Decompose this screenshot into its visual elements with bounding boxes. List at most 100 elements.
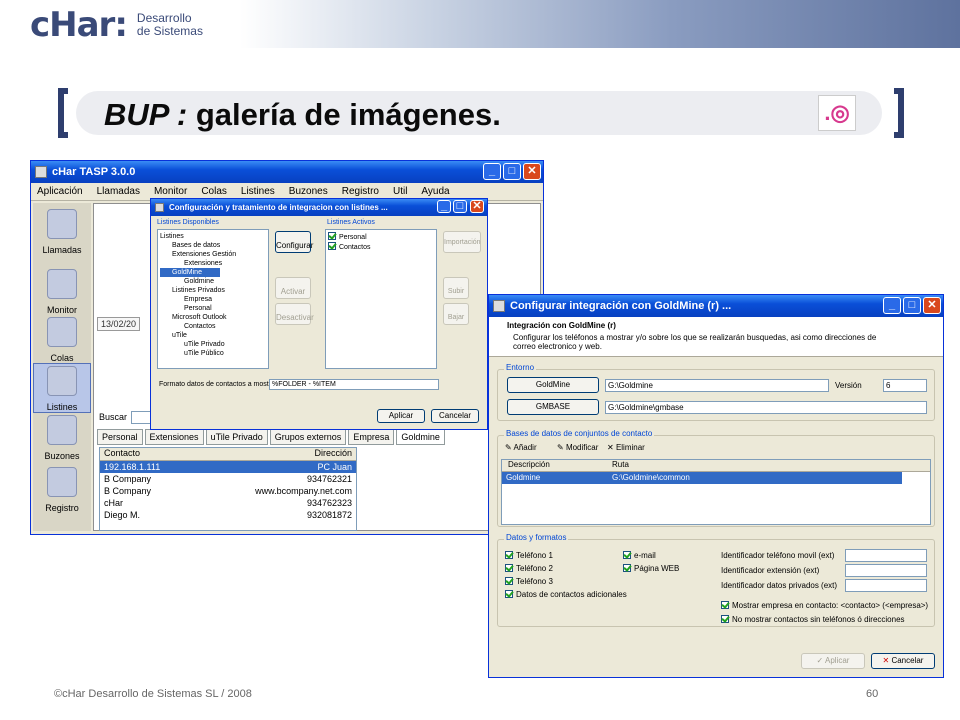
sidebar-item-monitor[interactable]: Monitor (33, 267, 91, 315)
left-bracket (58, 88, 68, 138)
sidebar-item-registro[interactable]: Registro (33, 465, 91, 513)
id-movil-input[interactable] (845, 549, 927, 562)
check-datos-adicionales[interactable]: Datos de contactos adicionales (505, 590, 627, 599)
col-ruta[interactable]: Ruta (612, 460, 629, 471)
table-row[interactable]: B Company 934762321 (100, 473, 356, 485)
tab-personal[interactable]: Personal (97, 429, 143, 445)
desactivar-button[interactable]: Desactivar (275, 303, 314, 325)
activar-button[interactable]: Activar (275, 277, 311, 299)
minimize-button[interactable]: _ (483, 163, 501, 180)
tree-node[interactable]: Contactos (160, 322, 266, 331)
menu-ayuda[interactable]: Ayuda (421, 186, 449, 197)
active-list[interactable]: Personal Contactos (325, 229, 437, 369)
check-telefono1[interactable]: Teléfono 1 (505, 551, 553, 560)
goldmine-path-input[interactable]: G:\Goldmine (605, 379, 829, 392)
tab-empresa[interactable]: Empresa (348, 429, 395, 445)
tree-node[interactable]: Microsoft Outlook (160, 313, 266, 322)
tree-node[interactable]: uTile Público (160, 349, 266, 358)
active-item[interactable]: Personal (328, 232, 434, 242)
configurar-button[interactable]: Configurar (275, 231, 313, 253)
menu-colas[interactable]: Colas (201, 186, 227, 197)
aplicar-button[interactable]: ✓ Aplicar (801, 653, 865, 669)
check-mostrar-empresa[interactable]: Mostrar empresa en contacto: <contacto> … (721, 601, 928, 610)
tree-node[interactable]: Goldmine (160, 277, 266, 286)
col-contacto[interactable]: Contacto (100, 448, 250, 460)
sidebar-item-llamadas[interactable]: Llamadas (33, 203, 91, 267)
gmbase-path-input[interactable]: G:\Goldmine\gmbase (605, 401, 927, 414)
check-telefono2[interactable]: Teléfono 2 (505, 564, 553, 573)
tree-node[interactable]: Listines (160, 232, 266, 241)
tree-node[interactable]: Listines Privados (160, 286, 266, 295)
menu-util[interactable]: Util (393, 186, 407, 197)
minimize-button[interactable]: _ (437, 200, 451, 213)
menu-buzones[interactable]: Buzones (289, 186, 328, 197)
col-direccion[interactable]: Dirección (250, 448, 356, 460)
table-row[interactable]: cHar 934762323 (100, 497, 356, 509)
menu-registro[interactable]: Registro (342, 186, 379, 197)
checkbox[interactable] (328, 232, 336, 240)
sidebar-item-colas[interactable]: Colas (33, 315, 91, 363)
cancelar-button[interactable]: Cancelar (431, 409, 479, 423)
col-descripcion[interactable]: Descripción (502, 460, 612, 471)
table-row[interactable]: Goldmine G:\Goldmine\common (502, 472, 902, 484)
available-tree[interactable]: Listines Bases de datos Extensiones Gest… (157, 229, 269, 369)
close-button[interactable]: ✕ (523, 163, 541, 180)
id-extension-input[interactable] (845, 564, 927, 577)
active-item[interactable]: Contactos (328, 242, 434, 252)
tab-goldmine[interactable]: Goldmine (396, 429, 445, 445)
menu-llamadas[interactable]: Llamadas (97, 186, 140, 197)
sidebar-item-listines[interactable]: Listines (33, 363, 91, 413)
close-button[interactable]: ✕ (470, 200, 484, 213)
maximize-button[interactable]: □ (503, 163, 521, 180)
table-row[interactable]: B Company www.bcompany.net.com (100, 485, 356, 497)
check-email[interactable]: e-mail (623, 551, 656, 560)
gmbase-button[interactable]: GMBASE (507, 399, 599, 415)
tab-extensiones[interactable]: Extensiones (144, 429, 204, 445)
bajar-button[interactable]: Bajar (443, 303, 469, 325)
aplicar-button[interactable]: Aplicar (377, 409, 425, 423)
main-titlebar[interactable]: cHar TASP 3.0.0 _ □ ✕ (31, 161, 543, 183)
tree-node[interactable]: GoldMine (160, 268, 220, 277)
tree-node[interactable]: uTile (160, 331, 266, 340)
menu-listines[interactable]: Listines (241, 186, 275, 197)
tree-node[interactable]: Empresa (160, 295, 266, 304)
check-no-mostrar[interactable]: No mostrar contactos sin teléfonos ó dir… (721, 615, 905, 624)
checkbox[interactable] (328, 242, 336, 250)
table-row[interactable]: 192.168.1.111 PC Juan (100, 461, 356, 473)
minimize-button[interactable]: _ (883, 297, 901, 314)
id-privados-input[interactable] (845, 579, 927, 592)
tree-node[interactable]: Bases de datos (160, 241, 266, 250)
subir-button[interactable]: Subir (443, 277, 469, 299)
modificar-button[interactable]: ✎ Modificar (557, 443, 598, 452)
tree-node[interactable]: uTile Privado (160, 340, 266, 349)
slide-title: BUP : galería de imágenes. (104, 97, 501, 132)
menu-monitor[interactable]: Monitor (154, 186, 187, 197)
listines-dialog: Configuración y tratamiento de integraci… (150, 198, 488, 430)
close-button[interactable]: ✕ (923, 297, 941, 314)
listines-titlebar[interactable]: Configuración y tratamiento de integraci… (151, 199, 487, 216)
goldmine-titlebar[interactable]: Configurar integración con GoldMine (r) … (489, 295, 943, 317)
sidebar-item-buzones[interactable]: Buzones (33, 413, 91, 465)
menu-aplicacion[interactable]: Aplicación (37, 186, 83, 197)
check-pagina-web[interactable]: Página WEB (623, 564, 679, 573)
maximize-button[interactable]: □ (453, 200, 467, 213)
contact-tabs: Personal Extensiones uTile Privado Grupo… (97, 429, 445, 445)
tab-utile-privado[interactable]: uTile Privado (205, 429, 268, 445)
importacion-button[interactable]: Importación (443, 231, 481, 253)
goldmine-button[interactable]: GoldMine (507, 377, 599, 393)
check-telefono3[interactable]: Teléfono 3 (505, 577, 553, 586)
tree-node[interactable]: Extensiones Gestión (160, 250, 266, 259)
dialog-icon (493, 300, 505, 312)
eliminar-button[interactable]: ✕ Eliminar (607, 443, 645, 452)
anadir-button[interactable]: ✎ Añadir (505, 443, 537, 452)
table-row[interactable]: Diego M. 932081872 (100, 509, 356, 521)
tree-node[interactable]: Extensiones (160, 259, 266, 268)
format-input[interactable]: %FOLDER - %ITEM (269, 379, 439, 390)
tab-grupos-externos[interactable]: Grupos externos (269, 429, 347, 445)
footer-text: ©cHar Desarrollo de Sistemas SL / 2008 (54, 688, 252, 700)
maximize-button[interactable]: □ (903, 297, 921, 314)
cancelar-button[interactable]: ✕ Cancelar (871, 653, 935, 669)
tree-node[interactable]: Personal (160, 304, 266, 313)
right-bracket (894, 88, 904, 138)
version-input[interactable]: 6 (883, 379, 927, 392)
